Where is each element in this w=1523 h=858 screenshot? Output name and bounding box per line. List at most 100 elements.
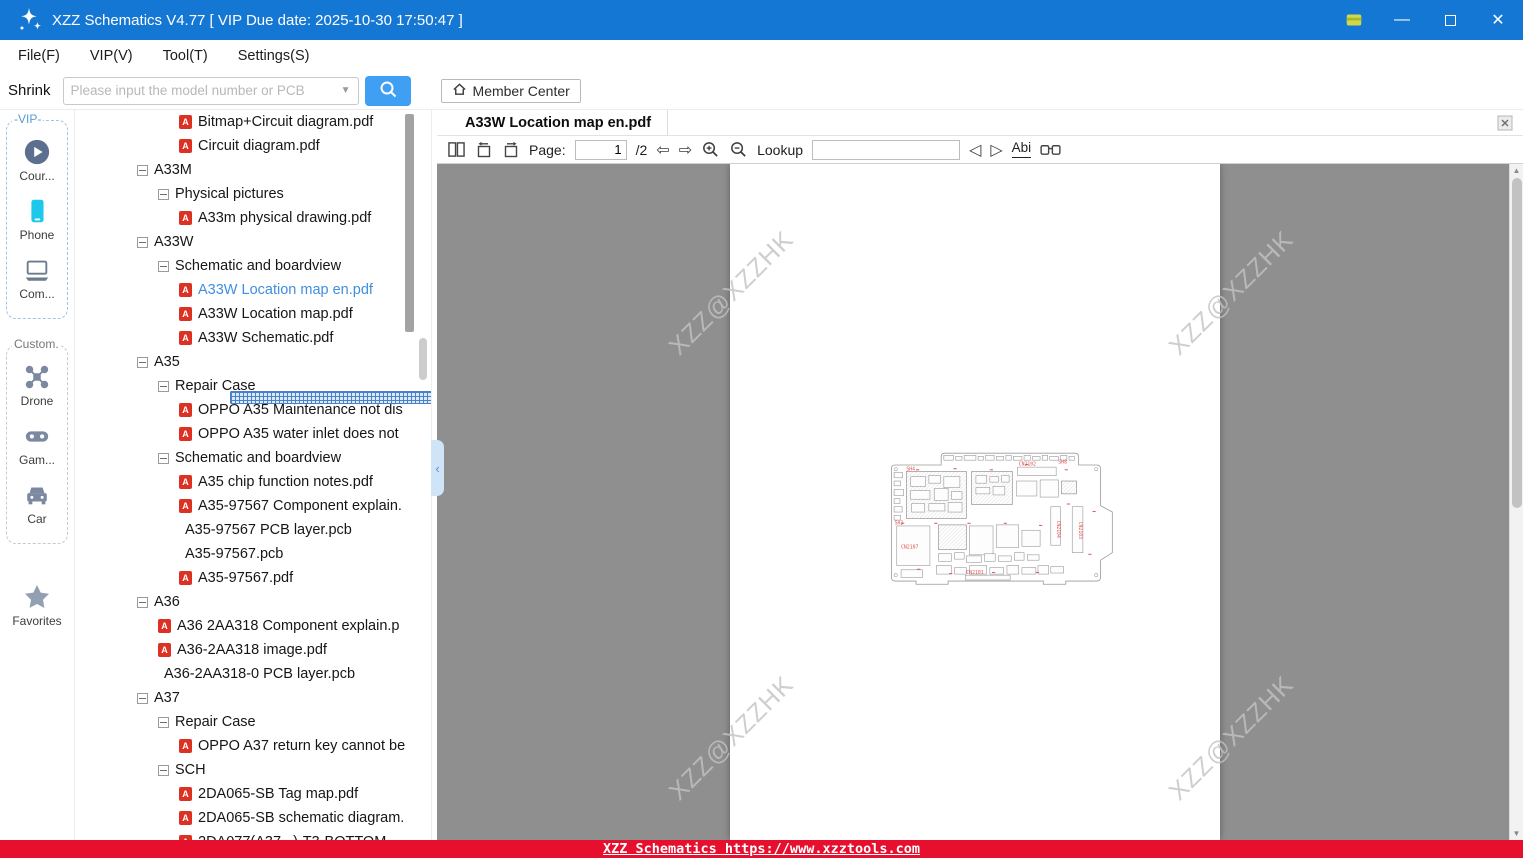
tree-file[interactable]: A 2DA065-SB schematic diagram. <box>75 806 431 830</box>
tree-file[interactable]: A A36-2AA318 image.pdf <box>75 638 431 662</box>
sidebar-item-label: Phone <box>19 228 55 242</box>
collapse-icon[interactable] <box>158 764 169 776</box>
tree-folder[interactable]: SCH <box>75 758 431 782</box>
tree-item-label: A36 2AA318 Component explain.p <box>177 618 400 634</box>
tree-item-label: A33W Location map.pdf <box>198 306 353 322</box>
member-center-button[interactable]: Member Center <box>440 78 581 103</box>
two-page-view-icon[interactable] <box>447 141 466 158</box>
pdf-canvas[interactable]: CN2102 CN2107 CN2103 CN2104 CN2101 SH4 S… <box>437 164 1523 840</box>
sidebar-item-game[interactable]: Gam... <box>19 421 55 467</box>
collapse-icon[interactable] <box>158 716 169 728</box>
tree-folder[interactable]: Schematic and boardview <box>75 254 431 278</box>
scroll-down-arrow-icon[interactable]: ▼ <box>1510 829 1523 838</box>
menu-item[interactable]: File(F) <box>18 48 60 64</box>
file-tree: A Bitmap+Circuit diagram.pdf A Circuit diag… <box>75 110 431 840</box>
pdf-page[interactable]: CN2102 CN2107 CN2103 CN2104 CN2101 SH4 S… <box>730 164 1220 840</box>
tree-folder[interactable]: Schematic and boardview <box>75 446 431 470</box>
tree-file[interactable]: A 2DA065-SB Tag map.pdf <box>75 782 431 806</box>
sidebar-item-computer[interactable]: Com... <box>19 255 55 301</box>
close-document-icon[interactable] <box>1497 115 1513 134</box>
tree-item-label: A37 <box>154 690 180 706</box>
zoom-in-icon[interactable] <box>701 140 720 159</box>
page-number-input[interactable] <box>574 139 627 160</box>
tree-file[interactable]: A A35 chip function notes.pdf <box>75 470 431 494</box>
sidebar-item-phone[interactable]: Phone <box>19 196 55 242</box>
tree-folder[interactable]: A35 <box>75 350 431 374</box>
tree-file[interactable]: A A33W Schematic.pdf <box>75 326 431 350</box>
collapse-icon[interactable] <box>158 380 169 392</box>
tree-folder[interactable]: Repair Case <box>75 710 431 734</box>
search-input[interactable] <box>70 83 337 98</box>
home-icon <box>452 82 467 100</box>
tree-scrollbar-thumb-secondary[interactable] <box>419 338 427 380</box>
text-select-tool-icon[interactable]: Abi <box>1011 140 1032 158</box>
shrink-button[interactable]: Shrink <box>8 82 51 99</box>
collapse-icon[interactable] <box>158 452 169 464</box>
tree-file[interactable]: A A33W Location map en.pdf <box>75 278 431 302</box>
tree-file[interactable]: A A35-97567.pdf <box>75 566 431 590</box>
sidebar-item-drone[interactable]: Drone <box>21 362 53 408</box>
tree-item-label: Repair Case <box>175 714 256 730</box>
lookup-input[interactable] <box>812 139 961 160</box>
scroll-up-arrow-icon[interactable]: ▲ <box>1510 166 1523 175</box>
tree-file[interactable]: A OPPO A37 return key cannot be <box>75 734 431 758</box>
tree-file[interactable]: A36-2AA318-0 PCB layer.pcb <box>75 391 431 686</box>
vip-card-icon[interactable] <box>1341 7 1367 33</box>
window-title: XZZ Schematics V4.77 [ VIP Due date: 202… <box>52 11 463 29</box>
tree-folder[interactable]: A33W <box>75 230 431 254</box>
status-text: XZZ Schematics https://www.xzztools.com <box>603 841 920 857</box>
menu-item[interactable]: Tool(T) <box>163 48 208 64</box>
menu-item[interactable]: Settings(S) <box>238 48 310 64</box>
sidebar-item-course[interactable]: Cour... <box>19 137 55 183</box>
viewer-scrollbar[interactable]: ▲ ▼ <box>1509 164 1523 840</box>
collapse-icon[interactable] <box>137 236 148 248</box>
next-page-icon[interactable]: ⇨ <box>679 141 692 158</box>
member-center-label: Member Center <box>472 82 570 99</box>
collapse-icon[interactable] <box>158 260 169 272</box>
pdf-file-icon: A <box>179 331 192 345</box>
tree-folder[interactable]: Physical pictures <box>75 182 431 206</box>
model-search-combobox[interactable]: ▼ <box>62 76 359 105</box>
main-area: -VIP- Cour... Phone Com... Custom. Drone… <box>0 110 1523 840</box>
sidebar-item-car[interactable]: Car <box>22 480 52 526</box>
rotate-left-icon[interactable] <box>475 141 493 159</box>
tree-file[interactable]: A Bitmap+Circuit diagram.pdf <box>75 110 431 134</box>
document-tab[interactable]: A33W Location map en.pdf <box>437 110 669 135</box>
glasses-icon[interactable] <box>1040 142 1061 157</box>
tree-file[interactable]: A Circuit diagram.pdf <box>75 134 431 158</box>
tree-file[interactable]: A35-97567.pcb <box>75 391 431 566</box>
maximize-button[interactable] <box>1437 7 1463 33</box>
tree-file[interactable]: A A33W Location map.pdf <box>75 302 431 326</box>
find-next-icon[interactable]: ▷ <box>990 141 1002 158</box>
tree-file[interactable]: A35-97567 PCB layer.pcb <box>75 391 431 542</box>
collapse-panel-handle[interactable]: ‹ <box>431 440 444 496</box>
tree-folder[interactable]: A37 <box>75 686 431 710</box>
tree-folder[interactable]: A36 <box>75 590 431 614</box>
tree-item-label: A35-97567 Component explain. <box>198 498 402 514</box>
tree-item-label: SCH <box>175 762 206 778</box>
collapse-icon[interactable] <box>158 188 169 200</box>
find-prev-icon[interactable]: ◁ <box>969 141 981 158</box>
collapse-icon[interactable] <box>137 692 148 704</box>
menu-item[interactable]: VIP(V) <box>90 48 133 64</box>
tree-folder[interactable]: A33M <box>75 158 431 182</box>
close-button[interactable]: ✕ <box>1485 7 1511 33</box>
viewer-scrollbar-thumb[interactable] <box>1512 178 1522 508</box>
collapse-icon[interactable] <box>137 356 148 368</box>
tree-file[interactable]: A 2DA077(A37...)-T3-BOTTOM <box>75 830 431 840</box>
rotate-right-icon[interactable] <box>502 141 520 159</box>
minimize-button[interactable]: — <box>1389 7 1415 33</box>
chevron-down-icon[interactable]: ▼ <box>341 85 351 96</box>
prev-page-icon[interactable]: ⇦ <box>656 141 669 158</box>
tree-file[interactable]: A A35-97567 Component explain. <box>75 494 431 518</box>
zoom-out-icon[interactable] <box>729 140 748 159</box>
tree-file[interactable]: A A33m physical drawing.pdf <box>75 206 431 230</box>
search-button[interactable] <box>364 75 411 106</box>
sidebar-item-favorites[interactable]: Favorites <box>12 582 62 628</box>
collapse-icon[interactable] <box>137 164 148 176</box>
collapse-icon[interactable] <box>137 596 148 608</box>
document-tab-bar: A33W Location map en.pdf <box>437 110 1523 136</box>
tree-file[interactable]: A A36 2AA318 Component explain.p <box>75 614 431 638</box>
tree-scrollbar-thumb[interactable] <box>405 114 414 332</box>
tree-file[interactable]: A OPPO A35 water inlet does not <box>75 422 431 446</box>
